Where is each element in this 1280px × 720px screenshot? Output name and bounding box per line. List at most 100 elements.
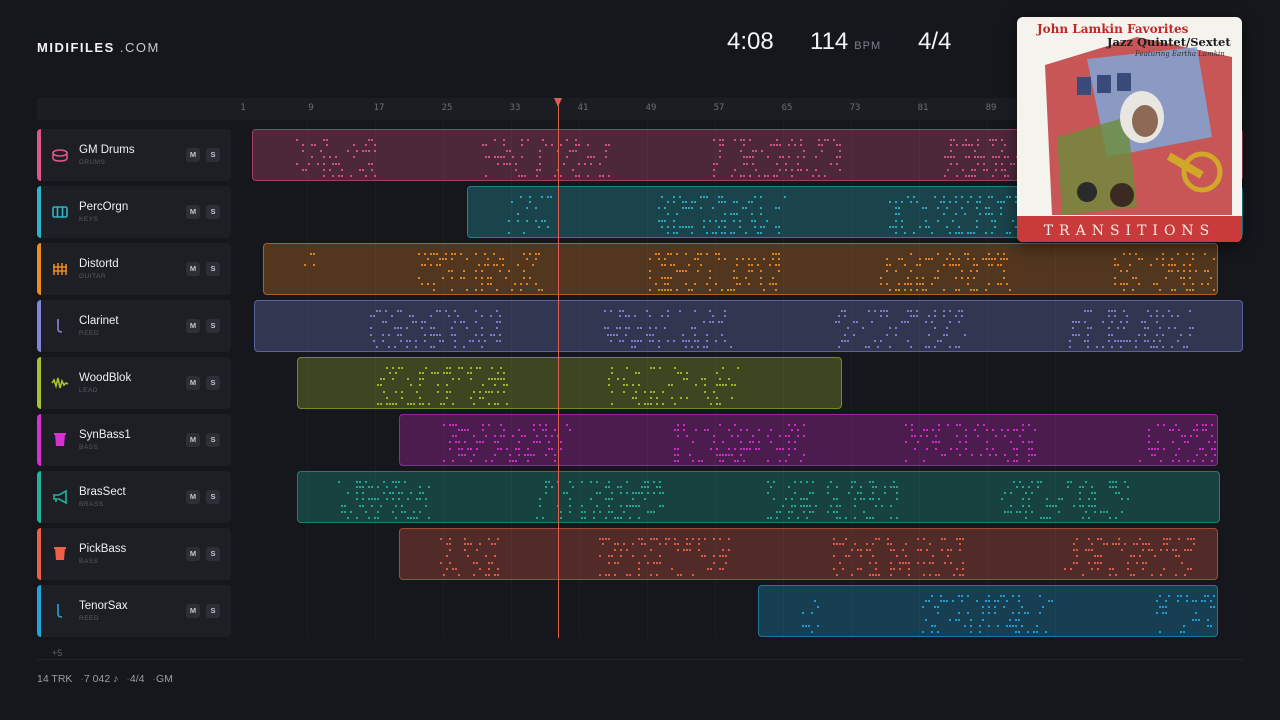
track-name: GM Drums [79,144,135,156]
mute-button[interactable]: M [186,547,200,561]
track-header[interactable]: PickBass BASS M S [37,528,231,580]
track-header[interactable]: Distortd GUITAR M S [37,243,231,295]
mute-button[interactable]: M [186,604,200,618]
track-name: Distortd [79,258,119,270]
brand-suffix: .COM [114,40,160,55]
more-tracks-label[interactable]: +5 [52,648,62,658]
track-type: DRUMS [79,159,106,166]
track-name: BrasSect [79,486,126,498]
clip-notes [304,253,1215,291]
mute-button[interactable]: M [186,148,200,162]
clip-notes [338,481,1129,519]
ruler-bar-number: 81 [917,103,929,113]
track-header[interactable]: Clarinet REED M S [37,300,231,352]
track-header[interactable]: WoodBlok LEAD M S [37,357,231,409]
mute-button[interactable]: M [186,205,200,219]
midi-clip[interactable] [297,471,1220,523]
piano-keys-icon [51,203,69,221]
mute-button[interactable]: M [186,490,200,504]
ruler-bar-number: 25 [441,103,453,113]
album-artist-title: John Lamkin Favorites [1037,22,1189,36]
track-type: BASS [79,444,99,451]
solo-button[interactable]: S [206,376,220,390]
track-color-stripe [37,414,41,466]
guitar-grid-icon [51,260,69,278]
ruler-bar-number: 9 [308,103,314,113]
midi-clip[interactable] [254,300,1243,352]
track-type: LEAD [79,387,98,394]
solo-button[interactable]: S [206,604,220,618]
footer-signature: 4/4 [129,673,145,685]
track-color-stripe [37,300,41,352]
track-type: REED [79,615,100,622]
playhead-marker-icon[interactable] [554,98,562,107]
waveform-icon [51,374,69,392]
track-header[interactable]: PercOrgn KEYS M S [37,186,231,238]
midi-standard: GM [155,673,173,685]
clip-notes [440,538,1195,576]
ruler-bar-number: 73 [849,103,861,113]
midi-clip[interactable] [263,243,1218,295]
track-name: SynBass1 [79,429,131,441]
album-name: TRANSITIONS [1043,223,1216,239]
track-type: KEYS [79,216,99,223]
solo-button[interactable]: S [206,547,220,561]
clip-notes [443,424,1216,462]
album-featuring: Featuring Eartha Lamkin [1135,50,1225,58]
midi-clip[interactable] [758,585,1218,637]
track-name: PercOrgn [79,201,129,213]
track-type: BASS [79,558,99,565]
midi-clip[interactable] [399,414,1218,466]
track-color-stripe [37,186,41,238]
solo-button[interactable]: S [206,433,220,447]
solo-button[interactable]: S [206,205,220,219]
track-color-stripe [37,129,41,181]
track-name: PickBass [79,543,127,555]
mute-button[interactable]: M [186,262,200,276]
track-color-stripe [37,585,41,637]
track-header[interactable]: GM Drums DRUMS M S [37,129,231,181]
ruler-bar-number: 57 [713,103,725,113]
bass-block-icon [51,545,69,563]
horn-icon [51,488,69,506]
tempo-value: 114 [810,28,849,55]
solo-button[interactable]: S [206,148,220,162]
album-cover: John Lamkin Favorites Jazz Quintet/Sexte… [1017,17,1242,242]
bass-block-icon [51,431,69,449]
clip-notes [802,595,1215,633]
brand-name: MIDIFILES [37,40,115,55]
ruler-bar-number: 49 [645,103,657,113]
reed-instrument-icon [51,602,69,620]
album-ensemble: Jazz Quintet/Sextet [1107,35,1231,49]
reed-instrument-icon [51,317,69,335]
playhead-line[interactable] [558,104,559,638]
mute-button[interactable]: M [186,319,200,333]
track-header[interactable]: BrasSect BRASS M S [37,471,231,523]
mute-button[interactable]: M [186,433,200,447]
track-header[interactable]: TenorSax REED M S [37,585,231,637]
note-count: 7 042 ♪ [83,673,119,685]
ruler-bar-number: 65 [781,103,793,113]
ruler-bar-number: 89 [985,103,997,113]
track-name: Clarinet [79,315,119,327]
status-bar: 14 TRK ·7 042 ♪ ·4/4 ·GM [37,673,173,685]
solo-button[interactable]: S [206,490,220,504]
track-color-stripe [37,528,41,580]
ruler-bar-number: 1 [240,103,246,113]
midi-clip[interactable] [297,357,842,409]
brand-logo: MIDIFILES .COM [37,40,160,55]
track-color-stripe [37,243,41,295]
ruler-bar-number: 41 [577,103,589,113]
ruler-bar-number: 17 [373,103,385,113]
solo-button[interactable]: S [206,262,220,276]
track-count: 14 TRK [37,673,73,685]
midi-clip[interactable] [399,528,1218,580]
tempo-unit: BPM [854,40,882,52]
time-display: 4:08 [727,28,774,55]
mute-button[interactable]: M [186,376,200,390]
track-header[interactable]: SynBass1 BASS M S [37,414,231,466]
track-type: BRASS [79,501,104,508]
track-name: TenorSax [79,600,128,612]
solo-button[interactable]: S [206,319,220,333]
drum-icon [51,146,69,164]
